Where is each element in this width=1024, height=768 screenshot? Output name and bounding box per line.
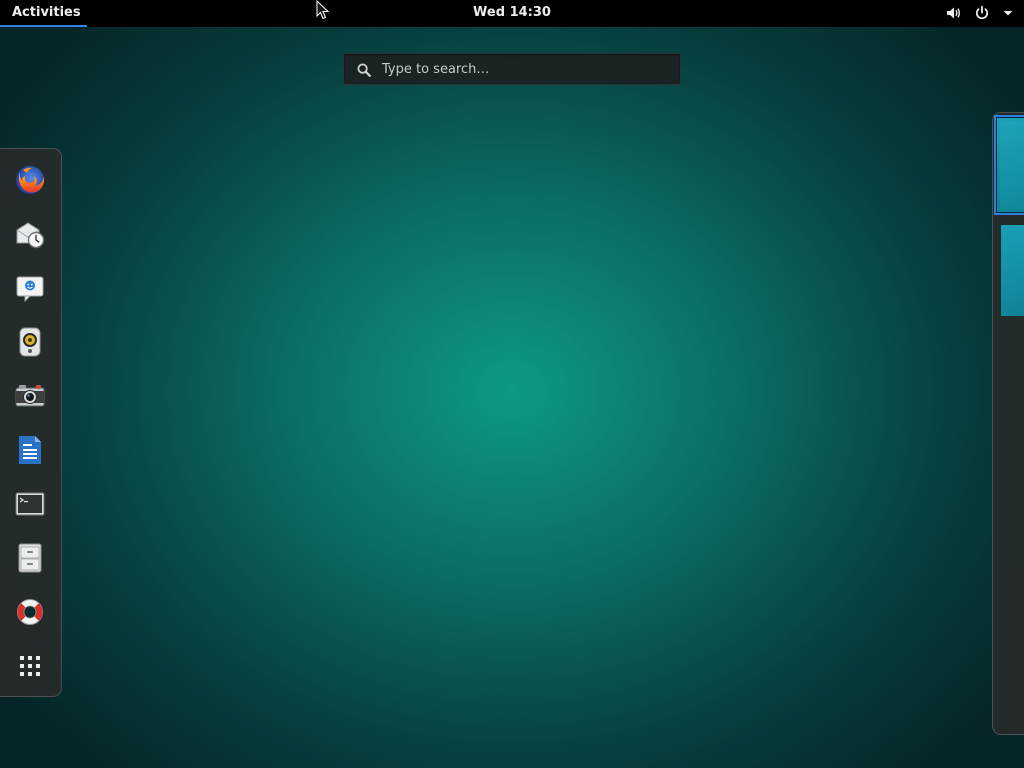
- activities-indicator: [0, 25, 87, 27]
- dash-item-rhythmbox[interactable]: [13, 325, 47, 359]
- camera-icon: [14, 380, 46, 412]
- volume-icon: [946, 5, 962, 21]
- power-icon: [974, 5, 990, 21]
- dash: [0, 148, 62, 697]
- dash-item-terminal[interactable]: [13, 487, 47, 521]
- workspace-thumbnail-2[interactable]: [1001, 225, 1024, 316]
- terminal-icon: [14, 488, 46, 520]
- search-input[interactable]: [382, 54, 672, 84]
- search-box[interactable]: [343, 53, 681, 85]
- dash-item-cheese[interactable]: [13, 379, 47, 413]
- system-menu-button[interactable]: [946, 0, 1014, 26]
- mouse-pointer-icon: [316, 0, 330, 24]
- workspace-switcher: [992, 112, 1024, 735]
- dash-item-evolution[interactable]: [13, 217, 47, 251]
- clock-container: Wed 14:30: [0, 0, 1024, 26]
- workspace-thumbnail-1[interactable]: [994, 115, 1024, 215]
- chat-icon: [14, 272, 46, 304]
- workspace-thumbnail-1-preview: [1000, 121, 1024, 209]
- dash-item-firefox[interactable]: [13, 163, 47, 197]
- dash-item-files[interactable]: [13, 541, 47, 575]
- clock-button[interactable]: Wed 14:30: [473, 5, 551, 20]
- show-applications-button[interactable]: [13, 649, 47, 683]
- top-bar: Activities Wed 14:30: [0, 0, 1024, 27]
- lifebuoy-icon: [14, 596, 46, 628]
- dash-item-help[interactable]: [13, 595, 47, 629]
- dropdown-arrow-icon: [1002, 7, 1014, 19]
- file-cabinet-icon: [14, 542, 46, 574]
- document-icon: [14, 434, 46, 466]
- activities-button[interactable]: Activities: [0, 0, 93, 25]
- search-icon: [357, 62, 371, 81]
- grid-icon: [19, 655, 41, 677]
- mail-clock-icon: [14, 218, 46, 250]
- speaker-icon: [14, 326, 46, 358]
- dash-item-writer[interactable]: [13, 433, 47, 467]
- firefox-icon: [14, 164, 46, 196]
- dash-item-chat[interactable]: [13, 271, 47, 305]
